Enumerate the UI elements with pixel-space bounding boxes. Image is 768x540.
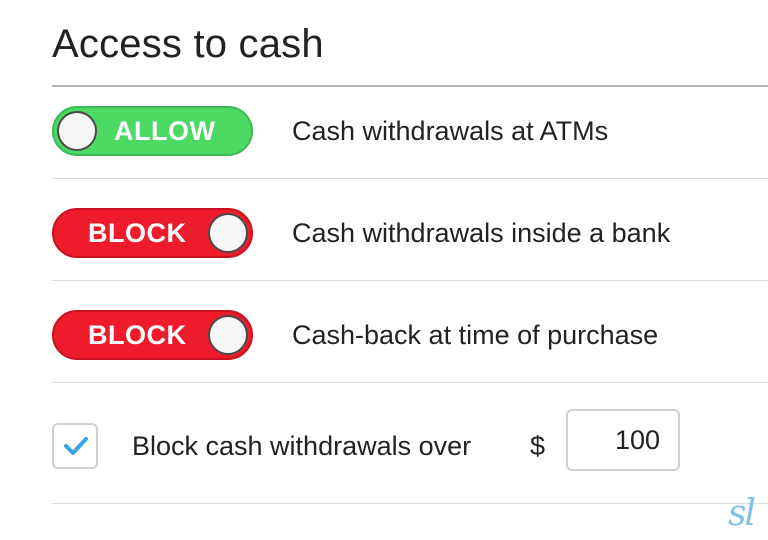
limit-amount-input[interactable]: [566, 409, 680, 471]
row-atm-withdrawals: ALLOW Cash withdrawals at ATMs: [52, 106, 768, 156]
atm-withdrawals-toggle[interactable]: ALLOW: [52, 106, 253, 156]
cash-back-toggle[interactable]: BLOCK: [52, 310, 253, 360]
access-to-cash-panel: Access to cash ALLOW Cash withdrawals at…: [0, 0, 768, 540]
currency-symbol: $: [530, 431, 546, 461]
row-divider: [52, 280, 768, 281]
toggle-state-label: BLOCK: [88, 218, 187, 248]
bank-withdrawals-label: Cash withdrawals inside a bank: [292, 218, 671, 248]
row-bank-withdrawals: BLOCK Cash withdrawals inside a bank: [52, 208, 768, 258]
brand-logo: sl: [728, 493, 756, 534]
row-withdrawal-limit: Block cash withdrawals over $: [52, 409, 768, 471]
toggle-state-label: ALLOW: [114, 116, 216, 146]
row-divider: [52, 503, 768, 504]
toggle-knob: [57, 111, 97, 151]
block-over-limit-checkbox[interactable]: [52, 423, 98, 469]
title-divider: [52, 85, 768, 87]
row-divider: [52, 382, 768, 383]
atm-withdrawals-label: Cash withdrawals at ATMs: [292, 116, 609, 146]
cash-back-label: Cash-back at time of purchase: [292, 320, 659, 350]
bank-withdrawals-toggle[interactable]: BLOCK: [52, 208, 253, 258]
toggle-knob: [208, 315, 248, 355]
row-cash-back: BLOCK Cash-back at time of purchase: [52, 310, 768, 360]
toggle-knob: [208, 213, 248, 253]
toggle-state-label: BLOCK: [88, 320, 187, 350]
block-over-limit-label: Block cash withdrawals over: [132, 431, 472, 461]
section-title: Access to cash: [52, 22, 324, 66]
checkmark-icon: [64, 437, 88, 455]
row-divider: [52, 178, 768, 179]
